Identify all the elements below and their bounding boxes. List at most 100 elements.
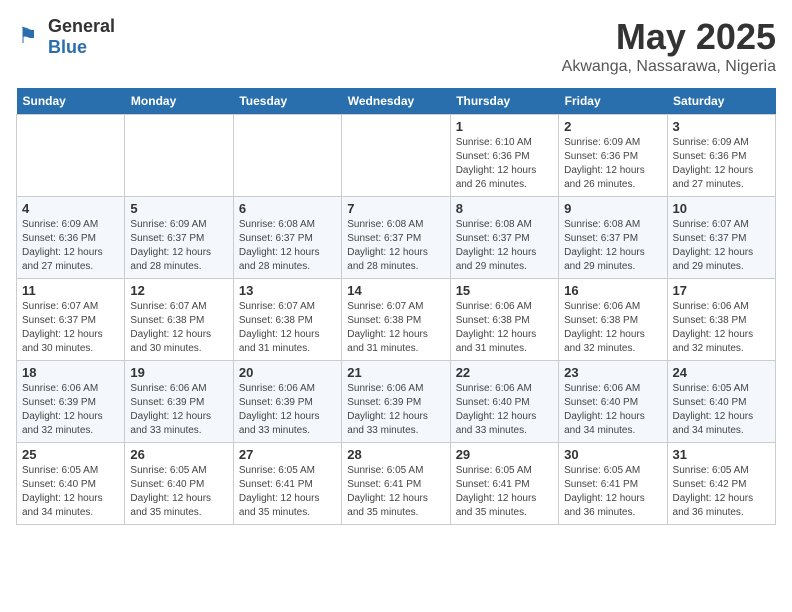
calendar-cell: 20 Sunrise: 6:06 AMSunset: 6:39 PMDaylig…	[233, 361, 341, 443]
calendar-week-row: 18 Sunrise: 6:06 AMSunset: 6:39 PMDaylig…	[17, 361, 776, 443]
day-number: 7	[347, 201, 444, 216]
day-number: 17	[673, 283, 770, 298]
calendar-cell: 14 Sunrise: 6:07 AMSunset: 6:38 PMDaylig…	[342, 279, 450, 361]
day-detail: Sunrise: 6:05 AMSunset: 6:40 PMDaylight:…	[130, 465, 211, 518]
calendar-cell: 27 Sunrise: 6:05 AMSunset: 6:41 PMDaylig…	[233, 443, 341, 525]
day-detail: Sunrise: 6:05 AMSunset: 6:40 PMDaylight:…	[673, 383, 754, 436]
day-detail: Sunrise: 6:08 AMSunset: 6:37 PMDaylight:…	[564, 219, 645, 272]
day-detail: Sunrise: 6:09 AMSunset: 6:36 PMDaylight:…	[673, 137, 754, 190]
weekday-header: Tuesday	[233, 88, 341, 115]
day-detail: Sunrise: 6:06 AMSunset: 6:39 PMDaylight:…	[22, 383, 103, 436]
calendar-cell: 3 Sunrise: 6:09 AMSunset: 6:36 PMDayligh…	[667, 115, 775, 197]
calendar-cell: 25 Sunrise: 6:05 AMSunset: 6:40 PMDaylig…	[17, 443, 125, 525]
day-detail: Sunrise: 6:09 AMSunset: 6:36 PMDaylight:…	[22, 219, 103, 272]
calendar-cell: 6 Sunrise: 6:08 AMSunset: 6:37 PMDayligh…	[233, 197, 341, 279]
calendar-cell: 22 Sunrise: 6:06 AMSunset: 6:40 PMDaylig…	[450, 361, 558, 443]
day-detail: Sunrise: 6:05 AMSunset: 6:41 PMDaylight:…	[347, 465, 428, 518]
calendar-cell: 18 Sunrise: 6:06 AMSunset: 6:39 PMDaylig…	[17, 361, 125, 443]
calendar-cell: 8 Sunrise: 6:08 AMSunset: 6:37 PMDayligh…	[450, 197, 558, 279]
day-detail: Sunrise: 6:09 AMSunset: 6:37 PMDaylight:…	[130, 219, 211, 272]
day-number: 8	[456, 201, 553, 216]
calendar-cell: 9 Sunrise: 6:08 AMSunset: 6:37 PMDayligh…	[559, 197, 667, 279]
weekday-header: Friday	[559, 88, 667, 115]
day-detail: Sunrise: 6:05 AMSunset: 6:41 PMDaylight:…	[239, 465, 320, 518]
calendar-cell	[17, 115, 125, 197]
day-detail: Sunrise: 6:07 AMSunset: 6:38 PMDaylight:…	[130, 301, 211, 354]
day-number: 18	[22, 365, 119, 380]
day-number: 22	[456, 365, 553, 380]
calendar-cell	[125, 115, 233, 197]
calendar-week-row: 4 Sunrise: 6:09 AMSunset: 6:36 PMDayligh…	[17, 197, 776, 279]
weekday-header: Monday	[125, 88, 233, 115]
day-detail: Sunrise: 6:05 AMSunset: 6:41 PMDaylight:…	[564, 465, 645, 518]
day-detail: Sunrise: 6:06 AMSunset: 6:39 PMDaylight:…	[239, 383, 320, 436]
logo: ⚑ General Blue	[16, 16, 115, 58]
calendar-week-row: 25 Sunrise: 6:05 AMSunset: 6:40 PMDaylig…	[17, 443, 776, 525]
day-detail: Sunrise: 6:06 AMSunset: 6:39 PMDaylight:…	[130, 383, 211, 436]
day-number: 30	[564, 447, 661, 462]
day-number: 16	[564, 283, 661, 298]
day-number: 26	[130, 447, 227, 462]
calendar-cell: 12 Sunrise: 6:07 AMSunset: 6:38 PMDaylig…	[125, 279, 233, 361]
day-number: 25	[22, 447, 119, 462]
logo-blue: Blue	[48, 37, 87, 57]
calendar-cell: 5 Sunrise: 6:09 AMSunset: 6:37 PMDayligh…	[125, 197, 233, 279]
weekday-header: Sunday	[17, 88, 125, 115]
calendar-cell: 11 Sunrise: 6:07 AMSunset: 6:37 PMDaylig…	[17, 279, 125, 361]
calendar-cell: 28 Sunrise: 6:05 AMSunset: 6:41 PMDaylig…	[342, 443, 450, 525]
day-detail: Sunrise: 6:06 AMSunset: 6:39 PMDaylight:…	[347, 383, 428, 436]
day-detail: Sunrise: 6:06 AMSunset: 6:40 PMDaylight:…	[564, 383, 645, 436]
day-number: 28	[347, 447, 444, 462]
day-detail: Sunrise: 6:07 AMSunset: 6:37 PMDaylight:…	[22, 301, 103, 354]
header: ⚑ General Blue May 2025 Akwanga, Nassara…	[16, 16, 776, 76]
calendar-cell: 2 Sunrise: 6:09 AMSunset: 6:36 PMDayligh…	[559, 115, 667, 197]
calendar-cell: 31 Sunrise: 6:05 AMSunset: 6:42 PMDaylig…	[667, 443, 775, 525]
weekday-header-row: SundayMondayTuesdayWednesdayThursdayFrid…	[17, 88, 776, 115]
day-number: 15	[456, 283, 553, 298]
day-number: 5	[130, 201, 227, 216]
calendar-cell: 19 Sunrise: 6:06 AMSunset: 6:39 PMDaylig…	[125, 361, 233, 443]
logo-icon: ⚑	[16, 23, 44, 51]
day-number: 23	[564, 365, 661, 380]
day-number: 19	[130, 365, 227, 380]
calendar-cell: 7 Sunrise: 6:08 AMSunset: 6:37 PMDayligh…	[342, 197, 450, 279]
day-detail: Sunrise: 6:05 AMSunset: 6:41 PMDaylight:…	[456, 465, 537, 518]
calendar-table: SundayMondayTuesdayWednesdayThursdayFrid…	[16, 88, 776, 525]
calendar-cell: 26 Sunrise: 6:05 AMSunset: 6:40 PMDaylig…	[125, 443, 233, 525]
day-detail: Sunrise: 6:07 AMSunset: 6:38 PMDaylight:…	[347, 301, 428, 354]
day-number: 2	[564, 119, 661, 134]
day-number: 9	[564, 201, 661, 216]
location-title: Akwanga, Nassarawa, Nigeria	[562, 58, 776, 76]
calendar-cell: 21 Sunrise: 6:06 AMSunset: 6:39 PMDaylig…	[342, 361, 450, 443]
day-number: 31	[673, 447, 770, 462]
day-number: 6	[239, 201, 336, 216]
day-detail: Sunrise: 6:06 AMSunset: 6:40 PMDaylight:…	[456, 383, 537, 436]
day-number: 27	[239, 447, 336, 462]
calendar-cell: 13 Sunrise: 6:07 AMSunset: 6:38 PMDaylig…	[233, 279, 341, 361]
day-detail: Sunrise: 6:06 AMSunset: 6:38 PMDaylight:…	[564, 301, 645, 354]
calendar-cell	[342, 115, 450, 197]
calendar-week-row: 11 Sunrise: 6:07 AMSunset: 6:37 PMDaylig…	[17, 279, 776, 361]
calendar-cell	[233, 115, 341, 197]
calendar-cell: 16 Sunrise: 6:06 AMSunset: 6:38 PMDaylig…	[559, 279, 667, 361]
day-number: 29	[456, 447, 553, 462]
calendar-cell: 23 Sunrise: 6:06 AMSunset: 6:40 PMDaylig…	[559, 361, 667, 443]
day-detail: Sunrise: 6:07 AMSunset: 6:37 PMDaylight:…	[673, 219, 754, 272]
day-detail: Sunrise: 6:06 AMSunset: 6:38 PMDaylight:…	[456, 301, 537, 354]
day-number: 21	[347, 365, 444, 380]
weekday-header: Saturday	[667, 88, 775, 115]
calendar-cell: 15 Sunrise: 6:06 AMSunset: 6:38 PMDaylig…	[450, 279, 558, 361]
calendar-cell: 10 Sunrise: 6:07 AMSunset: 6:37 PMDaylig…	[667, 197, 775, 279]
calendar-cell: 30 Sunrise: 6:05 AMSunset: 6:41 PMDaylig…	[559, 443, 667, 525]
day-number: 12	[130, 283, 227, 298]
day-detail: Sunrise: 6:10 AMSunset: 6:36 PMDaylight:…	[456, 137, 537, 190]
month-title: May 2025	[562, 16, 776, 58]
day-detail: Sunrise: 6:05 AMSunset: 6:40 PMDaylight:…	[22, 465, 103, 518]
day-number: 24	[673, 365, 770, 380]
logo-general: General	[48, 16, 115, 36]
title-area: May 2025 Akwanga, Nassarawa, Nigeria	[562, 16, 776, 76]
day-number: 1	[456, 119, 553, 134]
calendar-cell: 24 Sunrise: 6:05 AMSunset: 6:40 PMDaylig…	[667, 361, 775, 443]
day-detail: Sunrise: 6:08 AMSunset: 6:37 PMDaylight:…	[347, 219, 428, 272]
svg-text:⚑: ⚑	[18, 23, 38, 48]
